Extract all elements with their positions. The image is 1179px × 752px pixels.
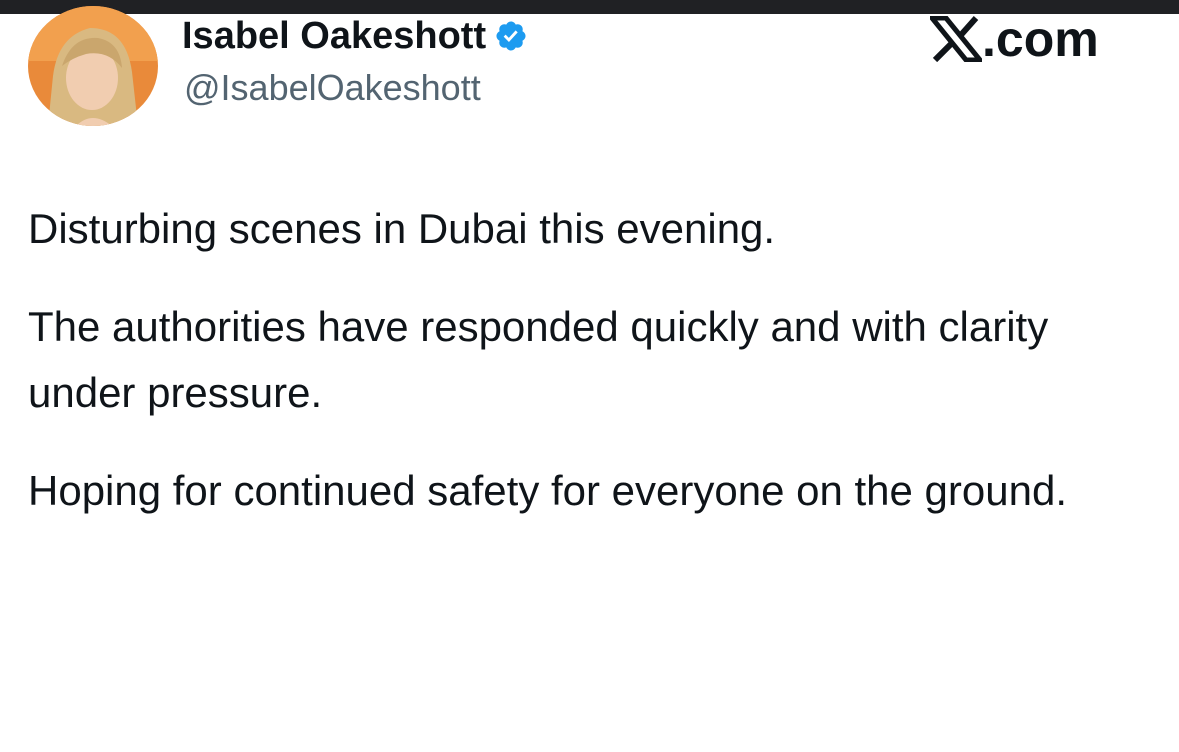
verified-badge-icon xyxy=(494,19,528,53)
tweet-paragraph: The authorities have responded quickly a… xyxy=(28,303,1049,416)
author-display-name[interactable]: Isabel Oakeshott xyxy=(182,14,486,58)
author-handle[interactable]: @IsabelOakeshott xyxy=(184,66,481,110)
tweet-body: Disturbing scenes in Dubai this evening.… xyxy=(28,196,1138,556)
avatar[interactable] xyxy=(28,6,158,126)
avatar-photo xyxy=(28,6,158,126)
brand-watermark: .com xyxy=(926,11,1099,67)
tweet-paragraph: Hoping for continued safety for everyone… xyxy=(28,467,1068,514)
tweet-paragraph: Disturbing scenes in Dubai this evening. xyxy=(28,205,776,252)
author-name-row[interactable]: Isabel Oakeshott xyxy=(182,14,528,58)
x-logo-icon xyxy=(926,15,986,63)
brand-domain: .com xyxy=(982,11,1099,67)
